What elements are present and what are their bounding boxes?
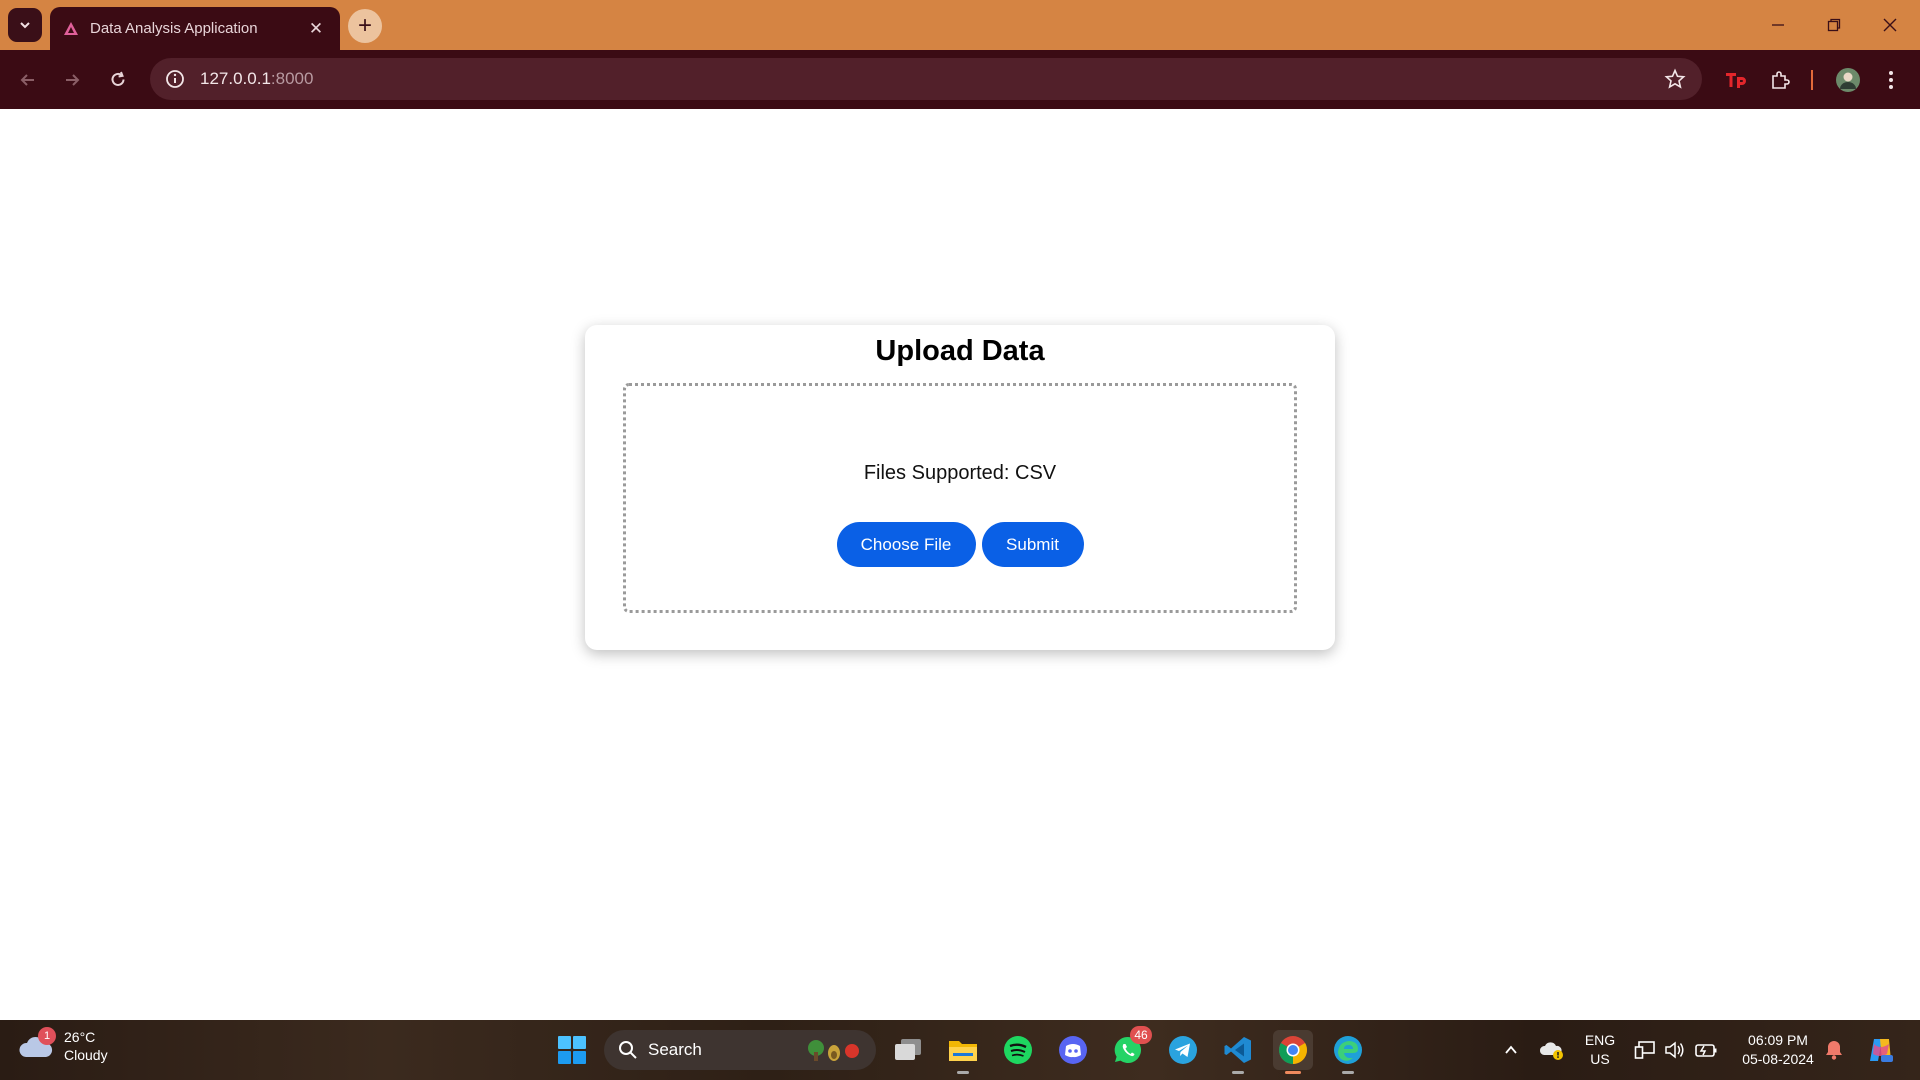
browser-tab-active[interactable]: Data Analysis Application ✕ bbox=[50, 7, 340, 50]
reload-icon bbox=[111, 71, 125, 86]
favicon-icon bbox=[64, 21, 78, 35]
language-indicator[interactable]: ENG US bbox=[1578, 1031, 1622, 1069]
spotify-icon bbox=[1004, 1036, 1032, 1064]
edge-icon bbox=[1334, 1036, 1362, 1064]
minimize-icon bbox=[1772, 24, 1784, 26]
running-indicator bbox=[1342, 1071, 1354, 1074]
taskbar-spotify[interactable] bbox=[998, 1030, 1038, 1070]
taskbar-telegram[interactable] bbox=[1163, 1030, 1203, 1070]
kebab-menu-icon bbox=[1889, 70, 1893, 89]
taskbar-whatsapp[interactable]: 46 bbox=[1108, 1026, 1152, 1070]
bell-icon bbox=[1826, 1041, 1842, 1060]
tab-title: Data Analysis Application bbox=[90, 20, 258, 37]
toolbar-divider bbox=[1808, 50, 1816, 109]
browser-toolbar: 127.0.0.1:8000 bbox=[0, 50, 1920, 109]
supported-files-text: Files Supported: CSV bbox=[863, 462, 1057, 484]
avatar bbox=[1836, 67, 1860, 92]
clock-date: 05-08-2024 bbox=[1742, 1051, 1814, 1067]
tray-overflow-button[interactable] bbox=[1493, 1030, 1529, 1070]
taskbar-vscode[interactable] bbox=[1218, 1030, 1258, 1074]
search-label: Search bbox=[648, 1040, 702, 1059]
file-drop-zone[interactable]: Files Supported: CSV Choose File Submit bbox=[623, 383, 1297, 613]
button-row: Choose File Submit bbox=[626, 522, 1294, 567]
volume-icon bbox=[1665, 1041, 1684, 1059]
running-indicator bbox=[957, 1071, 969, 1074]
clock-time: 06:09 PM bbox=[1748, 1032, 1808, 1048]
upload-card: Upload Data Files Supported: CSV Choose … bbox=[585, 325, 1335, 650]
chevron-down-icon bbox=[20, 22, 30, 29]
start-button[interactable] bbox=[552, 1030, 592, 1070]
extension-tp-button[interactable] bbox=[1718, 50, 1754, 109]
notifications-button[interactable] bbox=[1816, 1030, 1852, 1070]
page-title: Upload Data bbox=[875, 335, 1045, 367]
weather-badge: 1 bbox=[38, 1027, 56, 1045]
onedrive-warning-icon bbox=[1539, 1042, 1563, 1060]
puzzle-icon bbox=[1772, 70, 1790, 89]
battery-icon bbox=[1695, 1044, 1717, 1057]
tp-extension-icon bbox=[1726, 72, 1746, 88]
taskbar-task-view[interactable] bbox=[888, 1030, 928, 1070]
extensions-button[interactable] bbox=[1762, 50, 1798, 109]
cloud-icon: 1 bbox=[18, 1027, 56, 1061]
folder-icon bbox=[949, 1041, 977, 1061]
minimize-button[interactable] bbox=[1750, 0, 1806, 50]
restore-button[interactable] bbox=[1806, 0, 1862, 50]
copilot-button[interactable] bbox=[1858, 1030, 1902, 1070]
taskbar-search[interactable]: Search bbox=[604, 1030, 876, 1070]
lang-line2: US bbox=[1590, 1051, 1610, 1067]
active-indicator bbox=[1285, 1071, 1301, 1074]
url-host: 127.0.0.1 bbox=[200, 69, 271, 88]
running-indicator bbox=[1232, 1071, 1244, 1074]
search-highlight-icon bbox=[808, 1040, 859, 1061]
network-icon bbox=[1634, 1041, 1655, 1059]
taskbar-file-explorer[interactable] bbox=[943, 1030, 983, 1074]
back-button[interactable] bbox=[8, 50, 48, 109]
vscode-icon bbox=[1224, 1037, 1251, 1063]
profile-button[interactable] bbox=[1830, 50, 1866, 109]
choose-file-button[interactable]: Choose File bbox=[836, 522, 976, 567]
tab-search-button[interactable] bbox=[8, 8, 42, 42]
close-window-button[interactable] bbox=[1862, 0, 1918, 50]
weather-temp: 26°C bbox=[64, 1029, 96, 1045]
reload-button[interactable] bbox=[98, 50, 138, 109]
browser-menu-button[interactable] bbox=[1876, 50, 1906, 109]
copilot-icon bbox=[1870, 1039, 1893, 1062]
tray-onedrive[interactable] bbox=[1534, 1030, 1570, 1070]
arrow-left-icon bbox=[20, 73, 34, 86]
restore-icon bbox=[1827, 18, 1841, 32]
arrow-right-icon bbox=[66, 73, 80, 86]
weather-widget[interactable]: 1 26°C Cloudy bbox=[18, 1027, 108, 1064]
lang-line1: ENG bbox=[1584, 1032, 1616, 1048]
chevron-up-icon bbox=[1505, 1045, 1517, 1054]
url-port: :8000 bbox=[270, 69, 314, 88]
tab-close-icon[interactable]: ✕ bbox=[306, 19, 326, 39]
taskbar-chrome[interactable] bbox=[1273, 1030, 1313, 1074]
bookmark-star-icon[interactable] bbox=[1664, 68, 1686, 90]
forward-button[interactable] bbox=[52, 50, 92, 109]
info-icon[interactable] bbox=[164, 68, 186, 90]
clock[interactable]: 06:09 PM 05-08-2024 bbox=[1730, 1031, 1826, 1069]
search-icon bbox=[619, 1041, 637, 1059]
discord-icon bbox=[1059, 1036, 1087, 1064]
whatsapp-badge: 46 bbox=[1130, 1026, 1152, 1044]
taskbar-edge[interactable] bbox=[1328, 1030, 1368, 1074]
taskbar: 1 26°C Cloudy Search 46 ENG US 06:09 PM … bbox=[0, 1020, 1920, 1080]
task-view-icon bbox=[895, 1039, 921, 1060]
submit-button[interactable]: Submit bbox=[981, 522, 1084, 567]
tray-quick-settings[interactable] bbox=[1628, 1030, 1724, 1070]
telegram-icon bbox=[1169, 1036, 1197, 1064]
taskbar-discord[interactable] bbox=[1053, 1030, 1093, 1070]
new-tab-button[interactable]: + bbox=[348, 9, 382, 43]
address-bar[interactable]: 127.0.0.1:8000 bbox=[150, 58, 1702, 100]
windows-icon bbox=[558, 1036, 586, 1064]
chrome-icon bbox=[1279, 1036, 1307, 1064]
browser-tabstrip: Data Analysis Application ✕ + bbox=[0, 0, 1920, 50]
close-icon bbox=[1883, 18, 1897, 32]
weather-desc: Cloudy bbox=[64, 1047, 108, 1063]
